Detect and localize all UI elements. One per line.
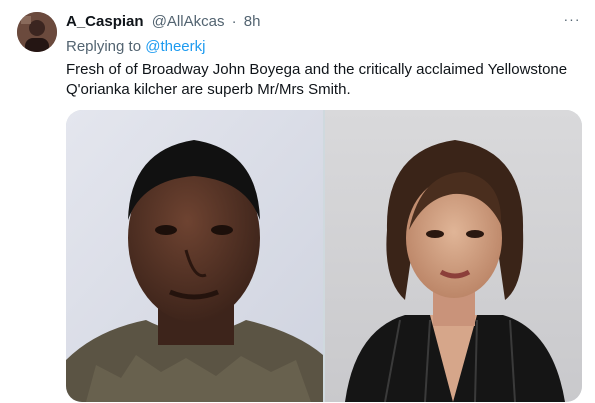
tweet[interactable]: A_Caspian @AllAkcas · 8h ··· Replying to… xyxy=(0,0,595,403)
replying-prefix: Replying to xyxy=(66,38,142,55)
tweet-header: A_Caspian @AllAkcas · 8h xyxy=(66,13,260,31)
more-horizontal-icon: ··· xyxy=(563,11,581,27)
more-options-button[interactable]: ··· xyxy=(562,12,582,30)
media-photo-left[interactable] xyxy=(66,110,323,402)
media-photo-right[interactable] xyxy=(325,110,582,402)
tweet-text-line: Q'orianka kilcher are superb Mr/Mrs Smit… xyxy=(66,81,351,98)
avatar[interactable] xyxy=(17,12,57,52)
replying-to-link[interactable]: @theerkj xyxy=(145,38,205,55)
user-handle[interactable]: @AllAkcas xyxy=(152,13,225,30)
tweet-text-line: Fresh of of Broadway John Boyega and the… xyxy=(66,61,568,78)
display-name[interactable]: A_Caspian xyxy=(66,13,144,30)
timestamp[interactable]: 8h xyxy=(244,13,261,30)
tweet-text: Fresh of of Broadway John Boyega and the… xyxy=(66,60,576,100)
replying-to: Replying to @theerkj xyxy=(66,38,205,56)
separator-dot: · xyxy=(231,13,237,30)
tweet-media[interactable] xyxy=(66,110,582,402)
